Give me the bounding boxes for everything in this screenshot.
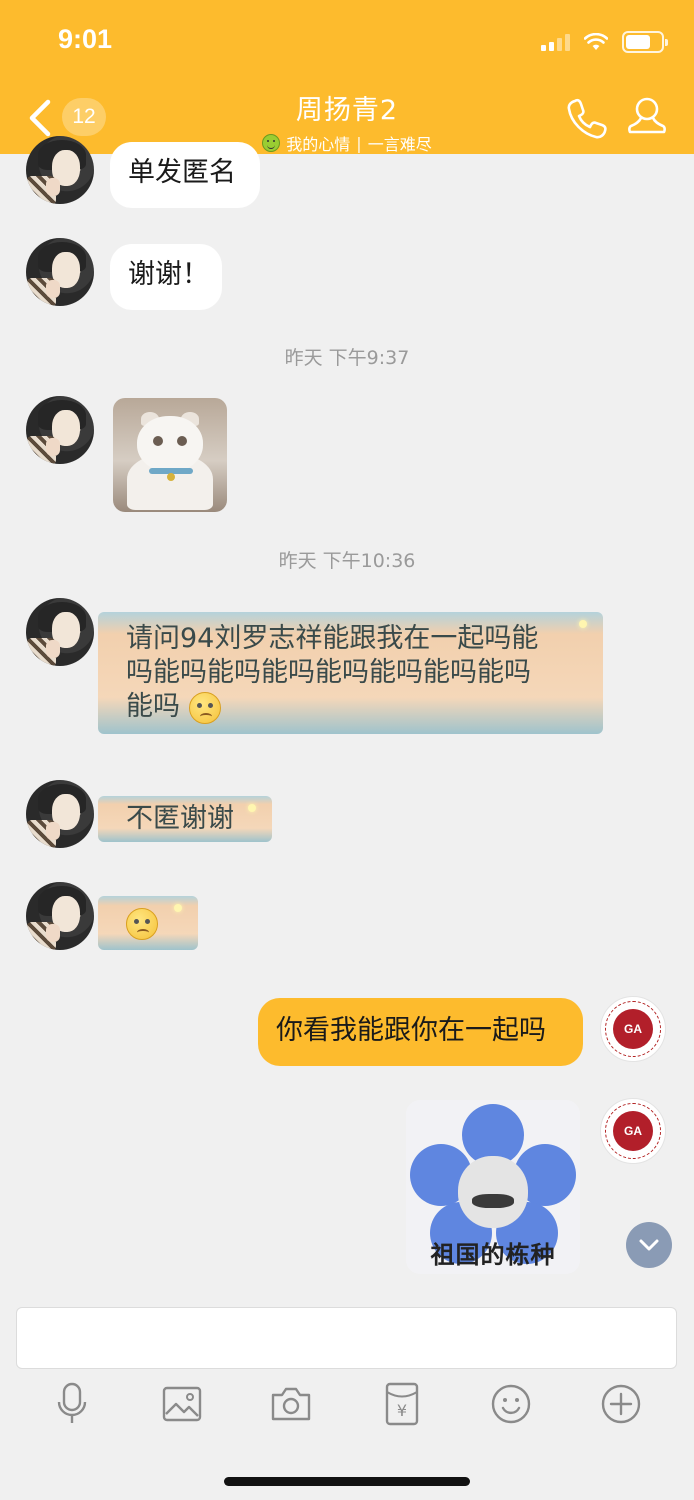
input-toolbar: ¥ [0,1380,694,1436]
contact-avatar[interactable] [26,780,94,848]
camera-icon[interactable] [267,1380,315,1428]
message-bubble-in[interactable]: 单发匿名 [110,142,260,208]
mood-icon [262,134,281,152]
subtitle-separator: | [356,133,362,153]
rolling-eyes-emoji [126,907,158,940]
scroll-to-bottom-button[interactable] [626,1222,672,1268]
sticker-caption: 祖国的栋种 [430,1241,556,1269]
contact-avatar[interactable] [26,598,94,666]
status-icons [541,30,668,54]
message-line: 不匿谢谢 [126,803,234,834]
message-bubble-in[interactable]: 谢谢！ [110,244,222,310]
rolling-eyes-emoji [188,691,221,724]
status-time: 9:01 [58,24,113,54]
flower-face-sticker[interactable]: 祖国的栋种 [406,1100,580,1274]
contact-avatar[interactable] [26,238,94,306]
mood-label: 我的心情 [286,135,351,154]
message-line: 吗能吗能吗能吗能吗能吗能吗能吗 [126,657,531,688]
message-line: 请问94刘罗志祥能跟我在一起吗能 [126,623,539,654]
home-indicator[interactable] [224,1477,470,1486]
my-avatar[interactable]: GA [600,1098,666,1164]
signal-icon [541,33,570,51]
message-bubble-in-decorated[interactable]: 请问94刘罗志祥能跟我在一起吗能 吗能吗能吗能吗能吗能吗能吗能吗 能吗 [98,612,603,734]
microphone-icon[interactable] [48,1380,96,1428]
battery-icon [622,31,668,53]
timestamp: 昨天 下午10:36 [278,550,416,572]
profile-icon[interactable] [626,94,668,140]
svg-text:¥: ¥ [397,1401,407,1420]
red-packet-icon[interactable]: ¥ [378,1380,426,1428]
phone-icon[interactable] [566,96,608,140]
message-bubble-in-decorated[interactable]: 不匿谢谢 [98,796,272,842]
plus-icon[interactable] [597,1380,645,1428]
message-line: 能吗 [126,690,575,724]
message-bubble-in-decorated[interactable] [98,896,198,950]
message-bubble-out[interactable]: 你看我能跟你在一起吗 [258,998,583,1066]
contact-avatar[interactable] [26,136,94,204]
timestamp: 昨天 下午9:37 [284,347,410,369]
battery-level [626,35,651,49]
wifi-icon [584,33,608,50]
my-avatar[interactable]: GA [600,996,666,1062]
contact-avatar[interactable] [26,882,94,950]
cat-sticker[interactable] [113,398,227,512]
emoji-icon[interactable] [487,1380,535,1428]
mood-status: 一言难尽 [367,135,432,154]
chevron-down-icon [639,1239,659,1251]
image-icon[interactable] [158,1380,206,1428]
message-input[interactable] [16,1307,677,1369]
contact-avatar[interactable] [26,396,94,464]
chat-header: 9:01 12 周扬青2 我的心情 | 一言难尽 [0,0,694,154]
